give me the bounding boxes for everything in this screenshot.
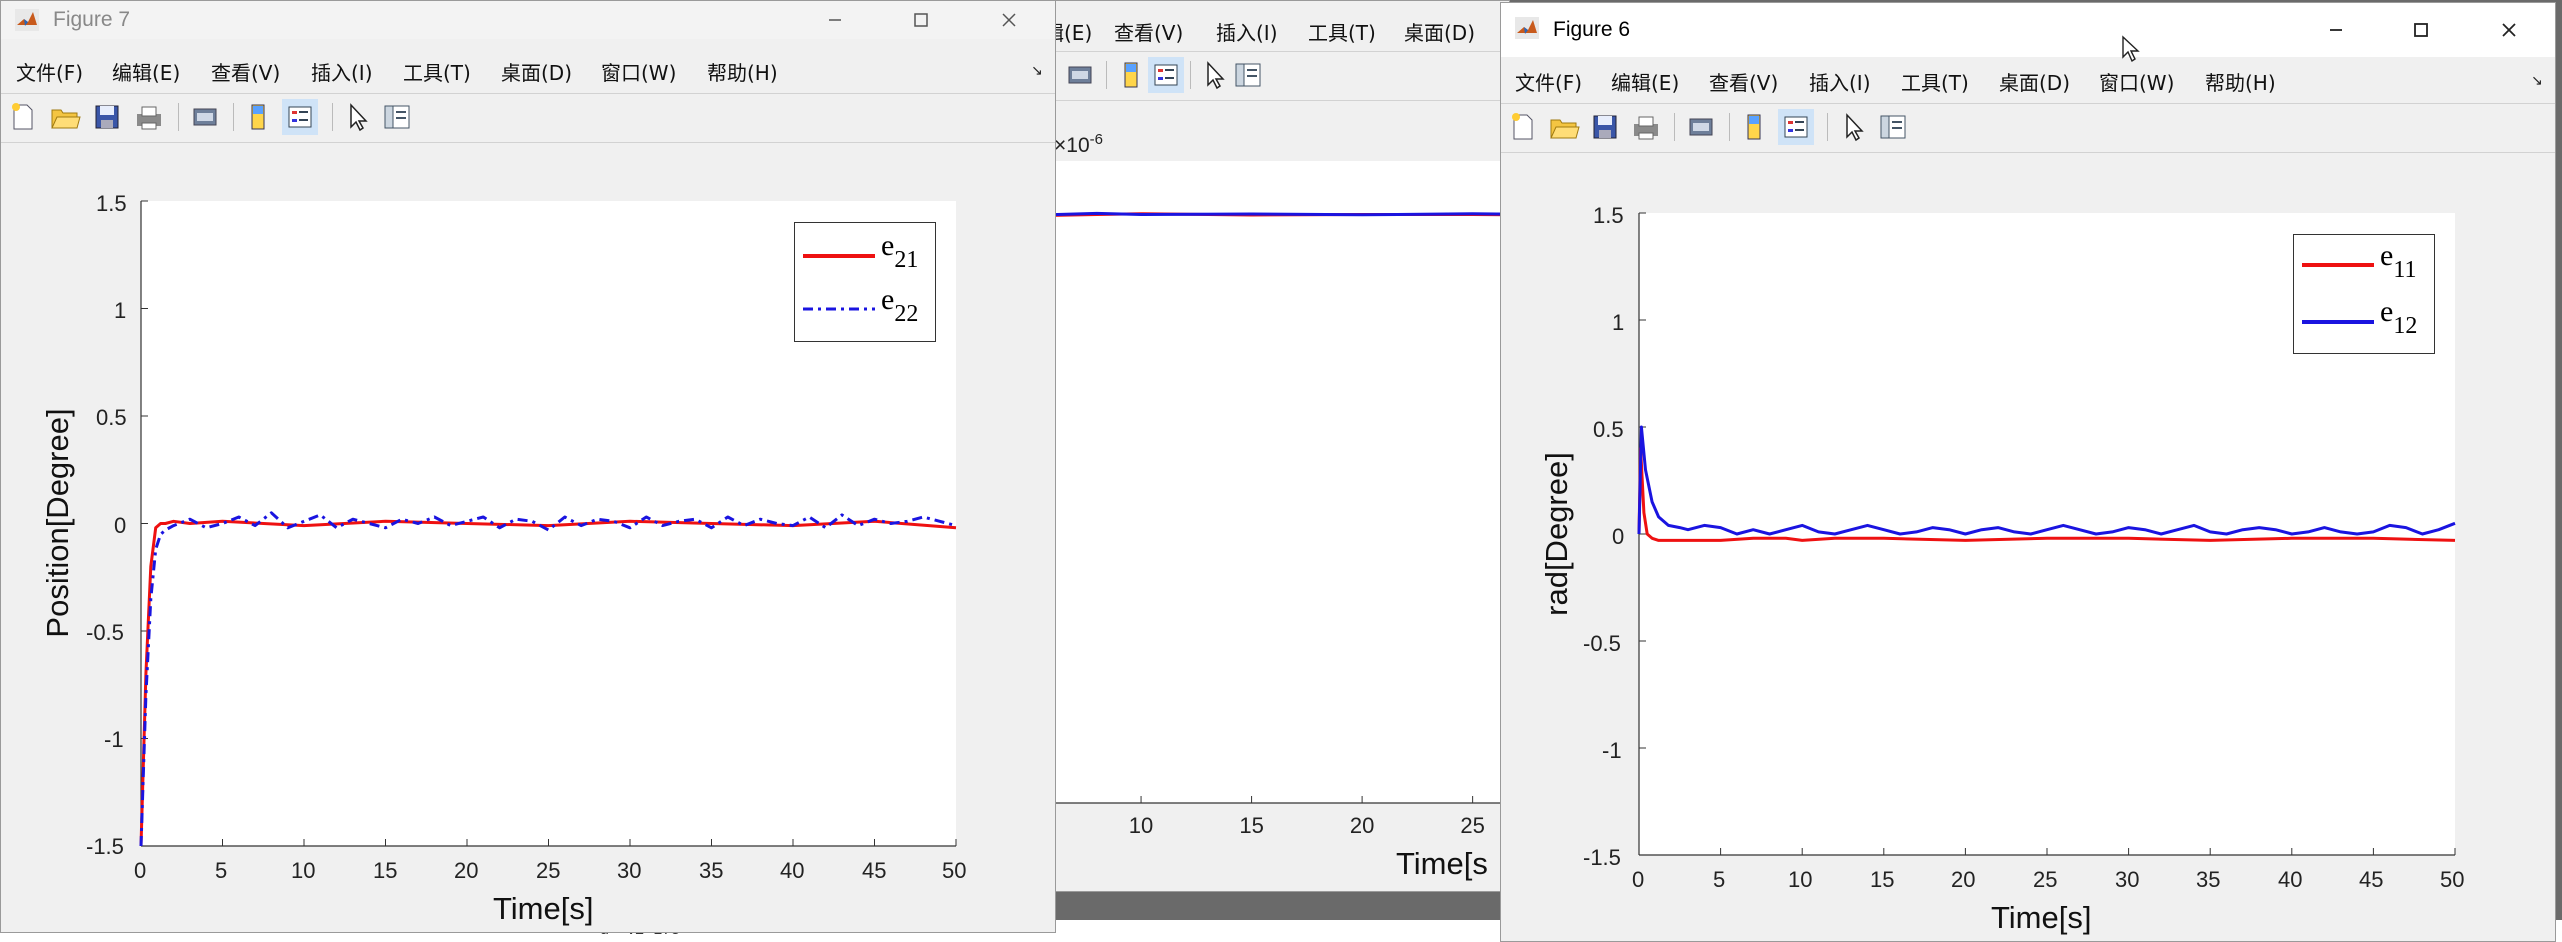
x-tick-label: 40 (780, 858, 805, 883)
x-axis-label: Time[s] (1991, 900, 2092, 935)
x-tick-label: 25 (2033, 867, 2058, 892)
x-tick-label: 35 (2196, 867, 2221, 892)
x-tick-label: 15 (1870, 867, 1895, 892)
y-tick-label: 1.5 (96, 191, 127, 216)
y-tick-label: -1.5 (86, 834, 124, 859)
series-line-e12 (1637, 425, 2456, 536)
x-tick-label: 40 (2278, 867, 2303, 892)
chart-figure-7 (139, 200, 957, 847)
x-tick-label: 25 (536, 858, 561, 883)
series-line-series-1 (1040, 212, 1509, 218)
y-axis-label: rad[Degree] (1539, 452, 1574, 616)
x-tick-label: 15 (1239, 813, 1263, 838)
x-tick-label: 15 (373, 858, 398, 883)
y-tick-label: 1.5 (1593, 203, 1624, 228)
x-tick-label: 20 (454, 858, 479, 883)
figure-window-middle[interactable]: 编辑(E) 查看(V) 插入(I) 工具(T) 桌面(D) ×10-6 5101… (1040, 0, 1510, 892)
y-tick-label: -0.5 (86, 620, 124, 645)
legend-item-label: e12 (2380, 295, 2418, 339)
y-tick-label: -1 (104, 727, 124, 752)
y-tick-label: -0.5 (1583, 631, 1621, 656)
series-line-e21 (139, 519, 957, 847)
x-tick-label: 45 (862, 858, 887, 883)
x-tick-label: 35 (699, 858, 724, 883)
figure-window-6[interactable]: Figure 6 文件(F) 编辑(E) 查看(V) 插入(I) 工具(T) 桌… (1500, 2, 2556, 942)
y-axis-label: Position[Degree] (40, 408, 75, 638)
x-tick-label: 0 (134, 858, 147, 883)
series-line-e11 (1637, 446, 2456, 542)
y-tick-label: -1 (1602, 738, 1622, 763)
y-tick-label: 0.5 (1593, 417, 1624, 442)
x-tick-label: 5 (1713, 867, 1726, 892)
x-tick-label: 10 (1129, 813, 1153, 838)
y-tick-label: 0.5 (96, 405, 127, 430)
x-tick-label: 20 (1350, 813, 1374, 838)
legend[interactable]: e11 e12 (2293, 234, 2435, 354)
x-axis-label: Time[s (1396, 846, 1488, 881)
x-tick-label: 50 (2440, 867, 2465, 892)
x-tick-label: 10 (1788, 867, 1813, 892)
y-tick-label: 0 (1612, 524, 1625, 549)
x-tick-label: 50 (942, 858, 967, 883)
y-tick-label: 1 (114, 298, 127, 323)
chart-figure-6 (1637, 212, 2456, 856)
x-tick-label: 10 (291, 858, 316, 883)
y-tick-label: -1.5 (1583, 845, 1621, 870)
x-tick-label: 20 (1951, 867, 1976, 892)
chart-middle: 510152025 (1040, 211, 1509, 838)
y-tick-label: 0 (114, 513, 127, 538)
x-tick-label: 45 (2359, 867, 2384, 892)
x-tick-label: 5 (215, 858, 228, 883)
series-line-series-2 (1040, 211, 1509, 217)
series-line-e22 (139, 511, 957, 847)
x-tick-label: 30 (2115, 867, 2140, 892)
legend-item-label: e22 (881, 283, 919, 327)
x-tick-label: 25 (1460, 813, 1484, 838)
legend[interactable]: e21 e22 (794, 222, 936, 342)
x-tick-label: 30 (617, 858, 642, 883)
legend-item-label: e21 (881, 229, 919, 273)
y-tick-label: 1 (1612, 310, 1625, 335)
legend-item-label: e11 (2380, 239, 2417, 283)
x-tick-label: 0 (1632, 867, 1645, 892)
figure-window-7[interactable]: Figure 7 文件(F) 编辑(E) 查看(V) 插入(I) 工具(T) 桌… (0, 0, 1056, 933)
x-axis-label: Time[s] (493, 891, 594, 926)
